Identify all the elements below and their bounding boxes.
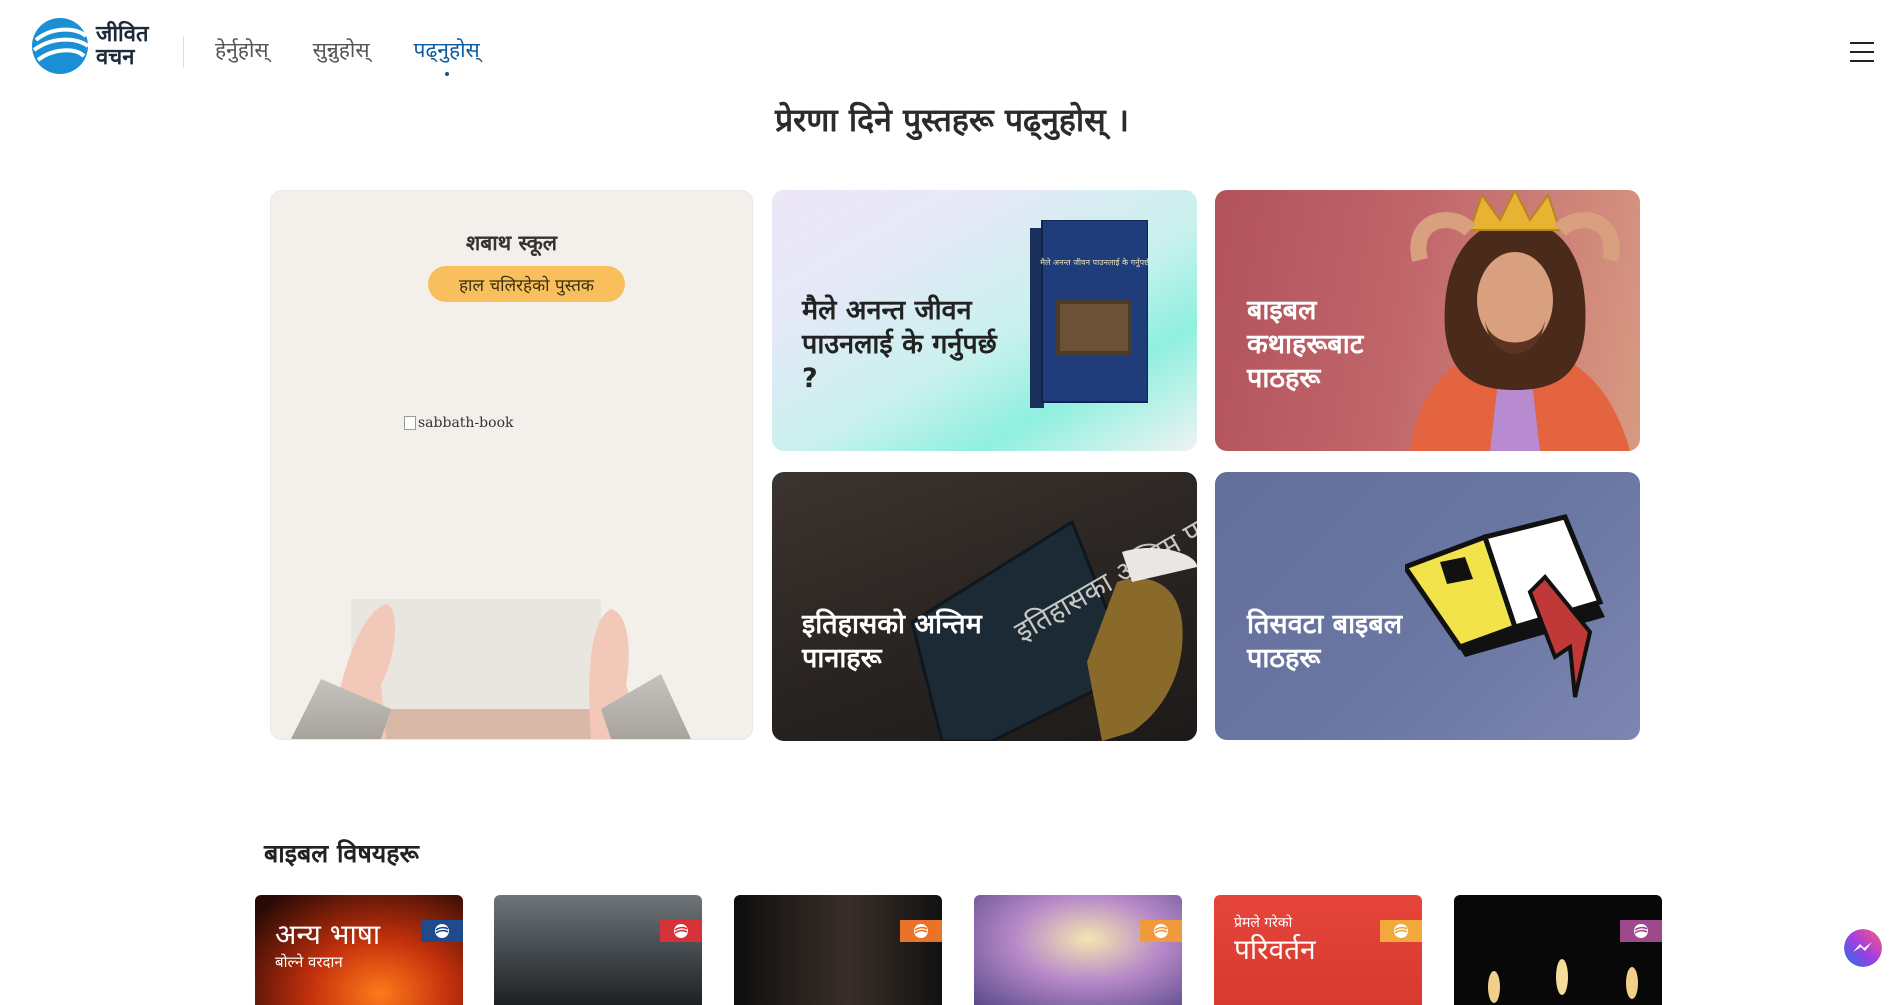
logo-badge-icon (1394, 924, 1408, 938)
messenger-icon[interactable] (1844, 929, 1882, 967)
header-divider (183, 36, 184, 68)
three-bible-studies-card[interactable]: तिसवटा बाइबल पाठहरू (1215, 472, 1640, 740)
logo-badge-icon (914, 924, 928, 938)
logo-badge-icon (435, 924, 449, 938)
nav-read[interactable]: पढ्नुहोस् (414, 36, 480, 76)
logo-badge-icon (1634, 924, 1648, 938)
eternal-life-book-card[interactable]: मैले अनन्त जीवन पाउनलाई के गर्नुपर्छ ? म… (772, 190, 1197, 451)
broken-image-icon (404, 416, 416, 430)
image-alt-text: sabbath-book (418, 415, 514, 431)
blue-book-cover-image: मैले अनन्त जीवन पाउनलाई के गर्नुपर्छ (1030, 220, 1148, 408)
topic-badge (1620, 920, 1662, 942)
topic-badge (1380, 920, 1422, 942)
logo-badge-icon (674, 924, 688, 938)
hamburger-icon[interactable] (1850, 42, 1874, 62)
topic-card-prayer[interactable] (734, 895, 942, 1005)
bible-stories-label: बाइबल कथाहरूबाट पाठहरू (1247, 295, 1364, 394)
site-logo[interactable]: जीवित वचन (30, 16, 158, 76)
current-book-pill[interactable]: हाल चलिरहेको पुस्तक (428, 266, 625, 302)
topic-title: परिवर्तन (1234, 933, 1316, 966)
topic-card-transformation[interactable]: प्रेमले गरेको परिवर्तन (1214, 895, 1422, 1005)
nav-watch[interactable]: हेर्नुहोस् (215, 36, 269, 64)
topic-badge (660, 920, 702, 942)
logo-text: जीवित वचन (96, 23, 158, 69)
logo-globe-icon (32, 18, 90, 74)
eternal-life-label: मैले अनन्त जीवन पाउनलाई के गर्नुपर्छ ? (802, 295, 997, 394)
crowned-king-image (1410, 190, 1630, 451)
page-title: प्रेरणा दिने पुस्तहरू पढ्नुहोस् । (774, 101, 1130, 139)
topic-badge (1140, 920, 1182, 942)
topic-title: अन्य भाषा (275, 918, 381, 951)
bible-stories-card[interactable]: बाइबल कथाहरूबाट पाठहरू (1215, 190, 1640, 451)
logo-line-1: जीवित (96, 22, 149, 47)
site-header: जीवित वचन हेर्नुहोस् सुन्नुहोस् पढ्नुहोस… (0, 0, 1904, 100)
history-label: इतिहासको अन्तिम पानाहरू (802, 609, 982, 674)
candle-flames-image (1488, 959, 1638, 1003)
sabbath-book-image: sabbath-book (404, 415, 513, 431)
topic-subtitle: बोल्ने वरदान (275, 953, 343, 971)
topic-card-candles[interactable] (1454, 895, 1662, 1005)
topic-card-tongues[interactable]: अन्य भाषा बोल्ने वरदान (255, 895, 463, 1005)
main-nav: हेर्नुहोस् सुन्नुहोस् पढ्नुहोस् (215, 36, 480, 76)
sabbath-title: शबाथ स्कूल (466, 231, 557, 255)
open-bible-icon (1405, 514, 1605, 698)
sabbath-school-card[interactable]: शबाथ स्कूल हाल चलिरहेको पुस्तक sabbath-b… (270, 190, 753, 740)
nav-listen[interactable]: सुन्नुहोस् (313, 36, 370, 64)
topic-badge (421, 920, 463, 942)
topic-card-sanctuary[interactable] (974, 895, 1182, 1005)
history-last-pages-card[interactable]: इतिहासका अन्तिम पानाहरू इतिहासको अन्तिम … (772, 472, 1197, 741)
bible-topics-title: बाइबल विषयहरू (264, 839, 419, 868)
blue-book-title: मैले अनन्त जीवन पाउनलाई के गर्नुपर्छ (1040, 257, 1148, 268)
logo-line-2: वचन (96, 45, 135, 70)
three-studies-label: तिसवटा बाइबल पाठहरू (1247, 609, 1403, 674)
topic-card-graveyard[interactable] (494, 895, 702, 1005)
logo-badge-icon (1154, 924, 1168, 938)
hands-holding-book-image (291, 599, 691, 739)
topic-badge (900, 920, 942, 942)
